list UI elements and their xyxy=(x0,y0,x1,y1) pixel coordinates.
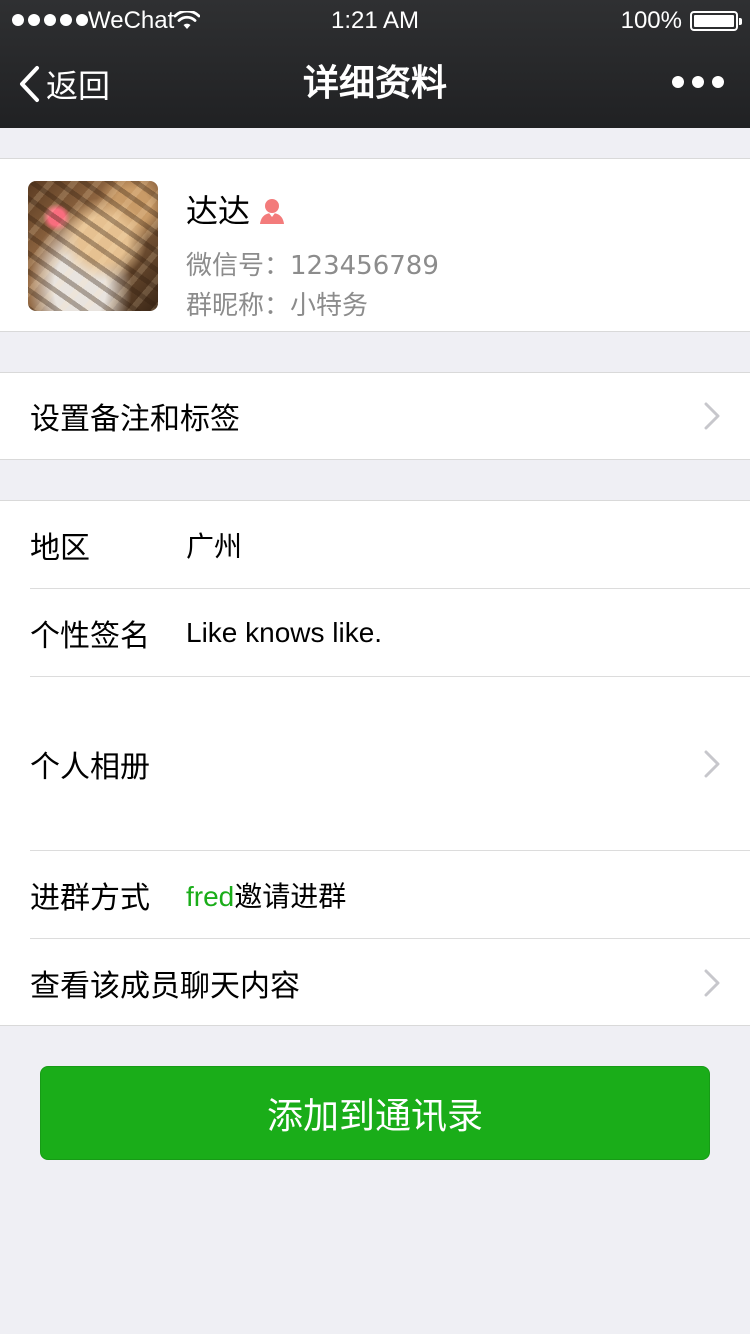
wechat-id: 微信号：123456789 xyxy=(186,251,439,281)
navigation-bar: 返回 详细资料 xyxy=(0,40,750,128)
view-chat-history-label: 查看该成员聊天内容 xyxy=(30,968,300,1004)
region-value: 广州 xyxy=(186,530,243,562)
region-label: 地区 xyxy=(30,530,90,566)
personal-album-label: 个人相册 xyxy=(30,749,150,785)
add-to-contacts-button[interactable]: 添加到通讯录 xyxy=(40,1066,710,1160)
chevron-right-icon xyxy=(704,969,720,996)
name-row: 达达 xyxy=(186,193,286,229)
set-remark-label: 设置备注和标签 xyxy=(30,402,240,437)
chevron-right-icon xyxy=(704,750,720,777)
join-method-value: fred邀请进群 xyxy=(186,875,346,915)
join-method-label: 进群方式 xyxy=(30,880,150,916)
join-method-suffix: 邀请进群 xyxy=(234,880,347,912)
group-nickname: 群昵称：小特务 xyxy=(186,291,369,321)
join-method-row: 进群方式 fred邀请进群 xyxy=(0,851,750,938)
inviter-link[interactable]: fred xyxy=(186,881,234,912)
profile-card: 达达 微信号：123456789 群昵称：小特务 xyxy=(0,158,750,332)
personal-album-row[interactable]: 个人相册 xyxy=(0,677,750,850)
battery-percent: 100% xyxy=(620,7,682,34)
avatar[interactable] xyxy=(28,181,158,311)
battery-icon xyxy=(690,11,742,31)
signature-value: Like knows like. xyxy=(186,616,383,648)
chevron-right-icon xyxy=(704,402,720,430)
page-title: 详细资料 xyxy=(302,63,447,104)
info-card: 地区 广州 个性签名 Like knows like. 个人相册 进群方式 fr… xyxy=(0,500,750,1026)
top-bar: WeChat 1:21 AM 100% 返回 详细资料 xyxy=(0,0,750,128)
contact-name: 达达 xyxy=(186,192,251,230)
signature-label: 个性签名 xyxy=(30,618,150,654)
set-remark-and-tags-row[interactable]: 设置备注和标签 xyxy=(0,372,750,460)
view-chat-history-row[interactable]: 查看该成员聊天内容 xyxy=(0,939,750,1026)
region-row: 地区 广州 xyxy=(0,501,750,588)
female-gender-icon xyxy=(260,199,285,224)
status-bar: WeChat 1:21 AM 100% xyxy=(0,0,750,40)
more-options-icon[interactable] xyxy=(672,76,724,88)
signature-row: 个性签名 Like knows like. xyxy=(0,589,750,676)
